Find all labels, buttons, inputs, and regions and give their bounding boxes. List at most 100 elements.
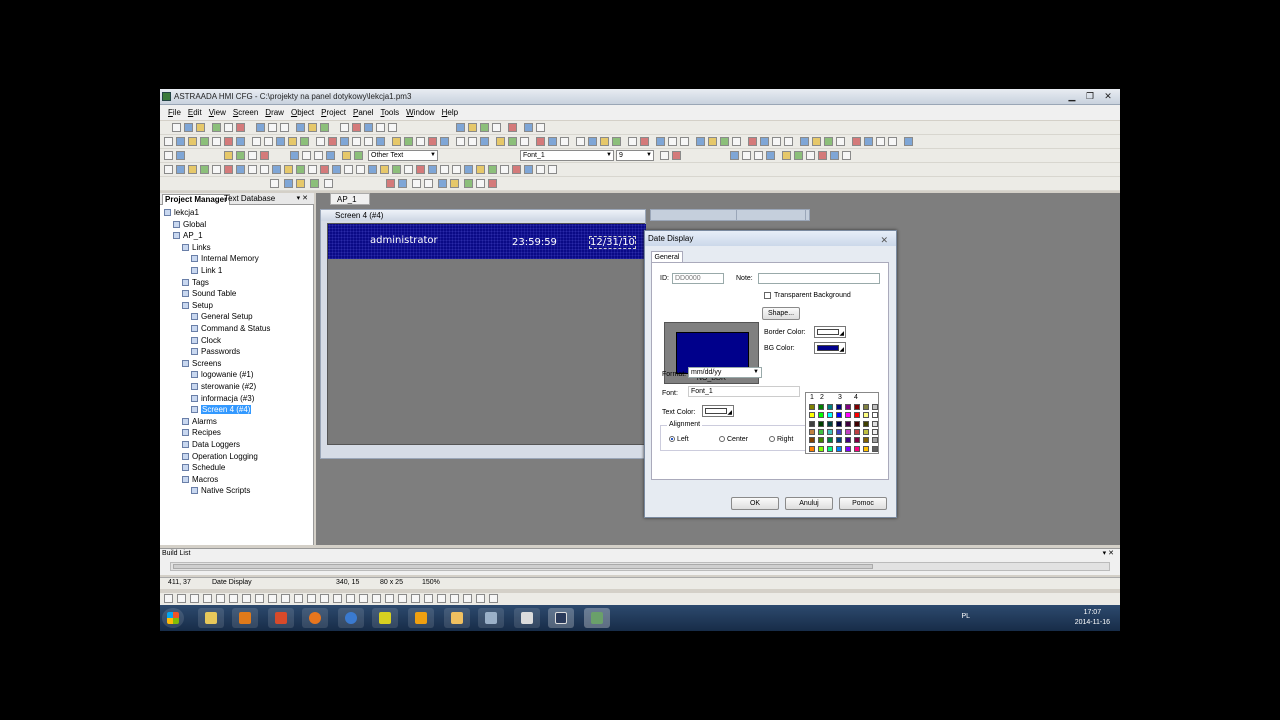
toolbar-tool-icon[interactable]	[508, 137, 517, 146]
palette-swatch[interactable]	[818, 428, 824, 435]
draw-tool-icon[interactable]	[489, 594, 498, 603]
menu-project[interactable]: Project	[321, 108, 346, 117]
toolbar-tool-icon[interactable]	[492, 123, 501, 132]
draw-tool-icon[interactable]	[385, 594, 394, 603]
toolbar-tool-icon[interactable]	[320, 123, 329, 132]
draw-tool-icon[interactable]	[268, 594, 277, 603]
toolbar-tool-icon[interactable]	[316, 137, 325, 146]
palette-swatch[interactable]	[863, 437, 869, 444]
transparent-bg-checkbox[interactable]	[764, 292, 771, 299]
horizontal-scrollbar[interactable]	[170, 562, 1110, 571]
draw-tool-icon[interactable]	[177, 594, 186, 603]
toolbar-tool-icon[interactable]	[864, 137, 873, 146]
draw-tool-icon[interactable]	[216, 594, 225, 603]
app-button-8[interactable]	[444, 608, 470, 628]
palette-swatch[interactable]	[818, 420, 824, 427]
palette-swatch[interactable]	[863, 445, 869, 452]
toolbar-tool-icon[interactable]	[782, 151, 791, 160]
palette-swatch[interactable]	[872, 404, 878, 410]
toolbar-tool-icon[interactable]	[328, 137, 337, 146]
note-field[interactable]	[758, 273, 880, 284]
bg-color-button[interactable]: ◢	[814, 342, 846, 354]
draw-tool-icon[interactable]	[372, 594, 381, 603]
toolbar-tool-icon[interactable]	[386, 179, 395, 188]
toolbar-tool-icon[interactable]	[730, 151, 739, 160]
menu-edit[interactable]: Edit	[188, 108, 202, 117]
toolbar-tool-icon[interactable]	[342, 151, 351, 160]
palette-swatch[interactable]	[845, 428, 851, 435]
toolbar-tool-icon[interactable]	[196, 123, 205, 132]
shape-button[interactable]: Shape...	[762, 307, 800, 320]
toolbar-tool-icon[interactable]	[456, 123, 465, 132]
palette-swatch[interactable]	[863, 420, 869, 427]
text-style-combo[interactable]: Other Text ▼	[368, 150, 438, 161]
tree-item[interactable]: logowanie (#1)	[191, 370, 253, 380]
draw-tool-icon[interactable]	[255, 594, 264, 603]
toolbar-tool-icon[interactable]	[512, 165, 521, 174]
toolbar-tool-icon[interactable]	[450, 179, 459, 188]
tab-ap1[interactable]: AP_1	[330, 193, 370, 205]
align-center-radio[interactable]: Center	[719, 436, 748, 443]
toolbar-tool-icon[interactable]	[404, 137, 413, 146]
toolbar-tool-icon[interactable]	[352, 123, 361, 132]
draw-tool-icon[interactable]	[476, 594, 485, 603]
draw-tool-icon[interactable]	[437, 594, 446, 603]
draw-tool-icon[interactable]	[307, 594, 316, 603]
hmi-cfg-button[interactable]	[584, 608, 610, 628]
toolbar-tool-icon[interactable]	[536, 137, 545, 146]
draw-tool-icon[interactable]	[281, 594, 290, 603]
palette-swatch[interactable]	[872, 420, 878, 427]
toolbar-tool-icon[interactable]	[296, 123, 305, 132]
toolbar-tool-icon[interactable]	[200, 165, 209, 174]
app-button-10[interactable]	[514, 608, 540, 628]
toolbar-tool-icon[interactable]	[476, 179, 485, 188]
toolbar-tool-icon[interactable]	[308, 123, 317, 132]
draw-tool-icon[interactable]	[463, 594, 472, 603]
tree-item[interactable]: General Setup	[191, 312, 253, 322]
toolbar-tool-icon[interactable]	[352, 137, 361, 146]
toolbar-tool-icon[interactable]	[488, 165, 497, 174]
palette-tab-2[interactable]: 2	[820, 394, 824, 401]
palette-swatch[interactable]	[836, 437, 842, 444]
toolbar-tool-icon[interactable]	[794, 151, 803, 160]
tree-item[interactable]: Native Scripts	[191, 486, 250, 496]
toolbar-tool-icon[interactable]	[404, 165, 413, 174]
palette-swatch[interactable]	[809, 437, 815, 444]
tree-item[interactable]: Links	[182, 243, 211, 253]
palette-swatch[interactable]	[818, 437, 824, 444]
toolbar-tool-icon[interactable]	[476, 165, 485, 174]
toolbar-tool-icon[interactable]	[748, 137, 757, 146]
toolbar-tool-icon[interactable]	[452, 165, 461, 174]
header-banner[interactable]: administrator 23:59:59 12/31/10	[328, 224, 646, 259]
toolbar-tool-icon[interactable]	[720, 137, 729, 146]
palette-swatch[interactable]	[854, 404, 860, 410]
toolbar-tool-icon[interactable]	[818, 151, 827, 160]
draw-tool-icon[interactable]	[398, 594, 407, 603]
toolbar-tool-icon[interactable]	[260, 151, 269, 160]
toolbar-tool-icon[interactable]	[766, 151, 775, 160]
palette-tab-4[interactable]: 4	[854, 394, 858, 401]
palette-swatch[interactable]	[854, 420, 860, 427]
toolbar-tool-icon[interactable]	[248, 151, 257, 160]
toolbar-tool-icon[interactable]	[176, 165, 185, 174]
palette-swatch[interactable]	[845, 420, 851, 427]
toolbar-tool-icon[interactable]	[264, 137, 273, 146]
palette-swatch[interactable]	[863, 412, 869, 419]
menu-panel[interactable]: Panel	[353, 108, 373, 117]
palette-swatch[interactable]	[809, 412, 815, 419]
palette-swatch[interactable]	[827, 420, 833, 427]
toolbar-tool-icon[interactable]	[668, 137, 677, 146]
toolbar-tool-icon[interactable]	[184, 123, 193, 132]
toolbar-tool-icon[interactable]	[290, 151, 299, 160]
palette-swatch[interactable]	[836, 404, 842, 410]
palette-swatch[interactable]	[863, 404, 869, 410]
toolbar-tool-icon[interactable]	[324, 179, 333, 188]
palette-swatch[interactable]	[827, 404, 833, 410]
toolbar-tool-icon[interactable]	[296, 179, 305, 188]
maximize-button[interactable]: ❐	[1082, 90, 1098, 102]
explorer-button[interactable]	[198, 608, 224, 628]
toolbar-tool-icon[interactable]	[284, 165, 293, 174]
palette-swatch[interactable]	[809, 420, 815, 427]
draw-tool-icon[interactable]	[359, 594, 368, 603]
toolbar-tool-icon[interactable]	[212, 137, 221, 146]
